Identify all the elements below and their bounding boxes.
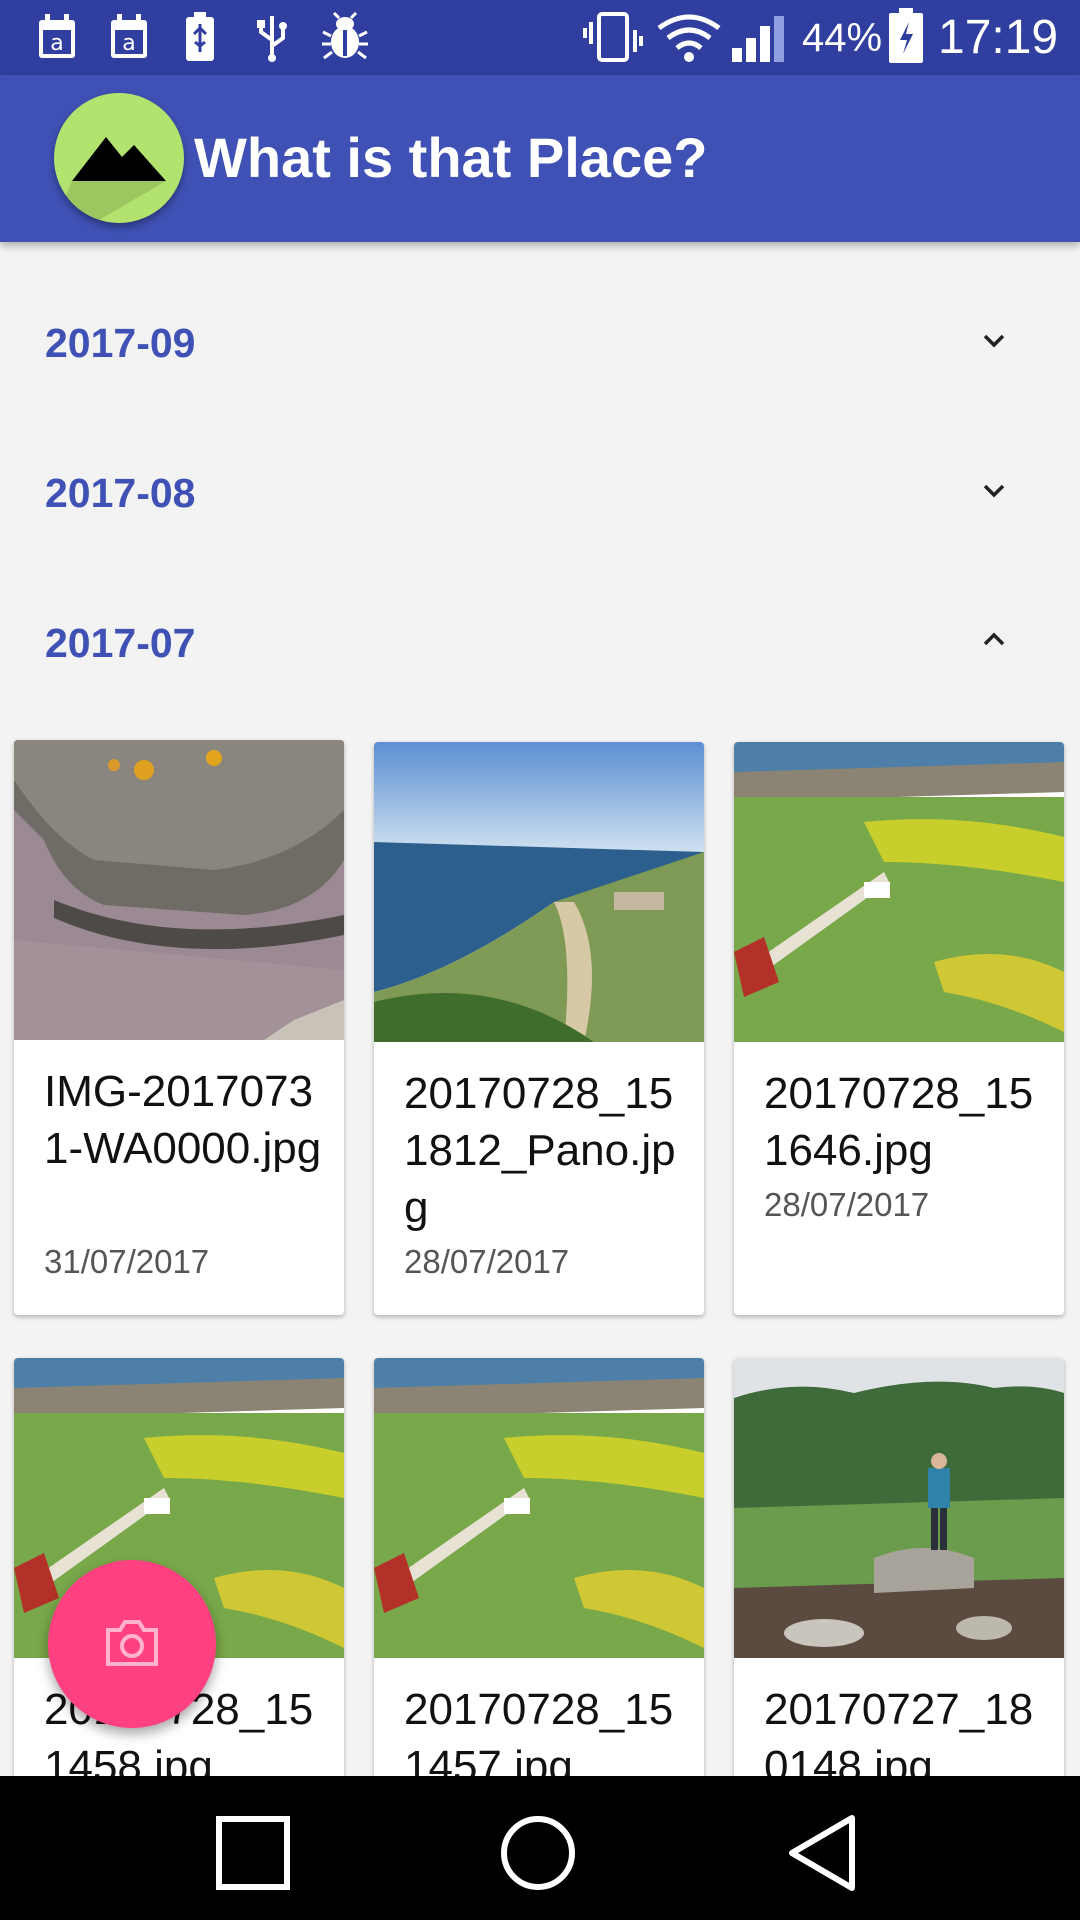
- photo-filename: 20170728_151646.jpg: [764, 1069, 1034, 1175]
- vibrate-icon: [583, 12, 643, 62]
- photo-thumbnail: [14, 740, 344, 1040]
- section-2017-07[interactable]: 2017-07: [0, 580, 1080, 710]
- camera-fab[interactable]: [48, 1560, 216, 1728]
- chevron-down-icon: [983, 334, 1005, 348]
- app-bar: What is that Place?: [0, 75, 1080, 242]
- photo-thumbnail: [734, 1358, 1064, 1658]
- app-title: What is that Place?: [194, 126, 708, 189]
- section-label: 2017-09: [45, 320, 196, 366]
- signal-icon: [732, 16, 784, 62]
- photo-date: 28/07/2017: [404, 1243, 570, 1280]
- svg-text:a: a: [50, 31, 63, 56]
- battery-usb-icon: [186, 12, 214, 61]
- photo-card[interactable]: 20170728_151812_Pano.jpg 28/07/2017: [374, 742, 704, 1315]
- calendar-icon: a: [111, 14, 147, 58]
- battery-percent: 44%: [802, 16, 883, 60]
- photo-date: 31/07/2017: [44, 1243, 210, 1280]
- battery-icon: [889, 8, 923, 63]
- home-button[interactable]: [493, 1808, 583, 1898]
- chevron-up-icon: [983, 632, 1005, 646]
- navigation-bar: [0, 1776, 1080, 1920]
- back-button[interactable]: [778, 1808, 868, 1898]
- photo-thumbnail: [374, 1358, 704, 1658]
- chevron-down-icon: [983, 484, 1005, 498]
- photo-date: 28/07/2017: [764, 1186, 930, 1223]
- photo-filename: IMG-20170731-WA0000.jpg: [44, 1067, 322, 1173]
- photo-card[interactable]: 20170728_151646.jpg 28/07/2017: [734, 742, 1064, 1315]
- photo-thumbnail: [374, 742, 704, 1042]
- calendar-icon: a: [39, 14, 75, 58]
- mountain-icon: [54, 137, 166, 223]
- wifi-icon: [657, 14, 721, 62]
- photo-thumbnail: [734, 742, 1064, 1042]
- section-2017-08[interactable]: 2017-08: [0, 430, 1080, 560]
- usb-icon: [257, 16, 287, 62]
- svg-text:a: a: [122, 31, 135, 56]
- recents-button[interactable]: [208, 1808, 298, 1898]
- status-bar: a a 44% 17:19: [0, 0, 1080, 75]
- section-2017-09[interactable]: 2017-09: [0, 280, 1080, 410]
- app-logo[interactable]: [54, 93, 184, 223]
- section-label: 2017-07: [45, 620, 196, 666]
- bug-icon: [322, 12, 368, 60]
- camera-icon: [106, 1620, 158, 1666]
- section-label: 2017-08: [45, 470, 196, 516]
- photo-card[interactable]: IMG-20170731-WA0000.jpg 31/07/2017: [14, 740, 344, 1315]
- clock: 17:19: [938, 11, 1059, 64]
- photo-filename: 20170728_151812_Pano.jpg: [404, 1069, 676, 1232]
